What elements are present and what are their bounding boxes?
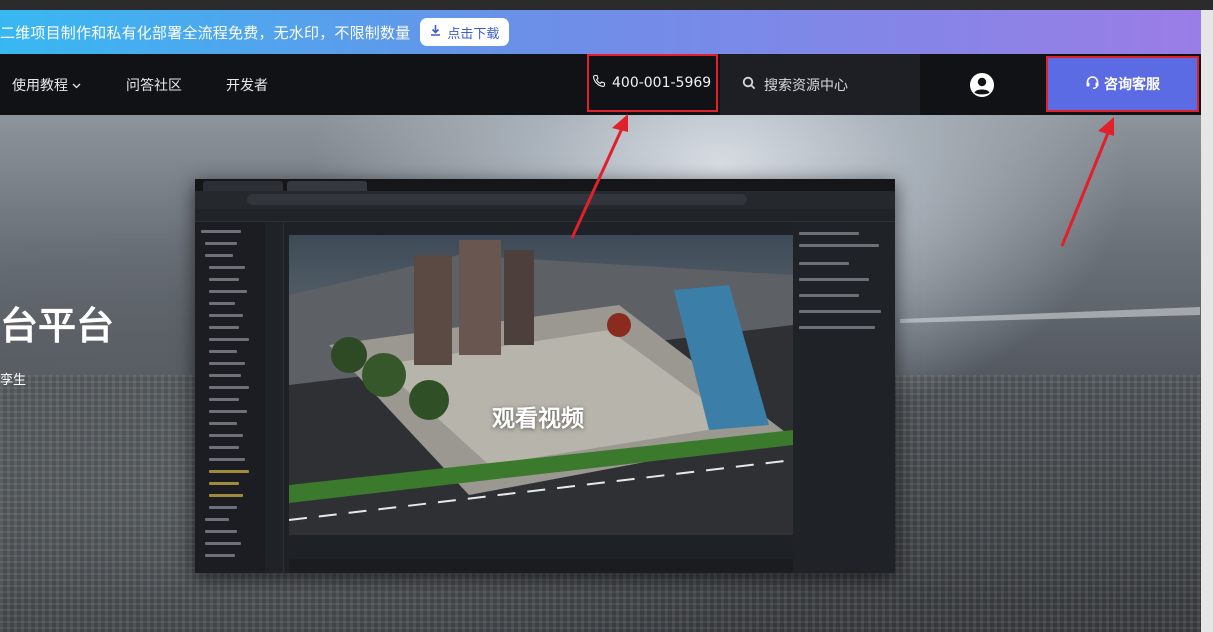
consult-service-button[interactable]: 咨询客服 (1046, 56, 1199, 112)
user-avatar[interactable] (968, 71, 996, 99)
phone-icon (592, 74, 606, 92)
preview-toolbar (195, 209, 895, 222)
nav-item-community[interactable]: 问答社区 (126, 54, 182, 115)
nav-item-label: 使用教程 (12, 77, 68, 94)
phone-number: 400-001-5969 (612, 75, 712, 91)
headset-icon (1085, 75, 1100, 94)
preview-status-bar (289, 559, 793, 573)
preview-url-field (247, 194, 747, 205)
consult-label: 咨询客服 (1104, 77, 1160, 93)
promo-banner: 二维项目制作和私有化部署全流程免费，无水印，不限制数量 点击下载 (0, 10, 1201, 54)
preview-icon-rail (265, 222, 284, 573)
hero-subtitle: 孪生 (0, 373, 27, 388)
search-placeholder: 搜索资源中心 (764, 77, 848, 94)
airplane-wing-image (900, 307, 1200, 323)
nav-item-label: 开发者 (226, 77, 268, 94)
download-button[interactable]: 点击下载 (420, 18, 510, 46)
preview-tab (203, 181, 283, 191)
top-navbar: 使用教程 问答社区 开发者 400-001-5969 搜索资源中心 咨询客服 (0, 54, 1201, 115)
preview-properties-panel (793, 222, 895, 573)
preview-tab-bar (195, 179, 895, 191)
page-scrollbar[interactable] (1201, 10, 1213, 632)
watch-video-label[interactable]: 观看视频 (492, 399, 584, 433)
preview-tab (287, 181, 367, 191)
search-box[interactable]: 搜索资源中心 (720, 54, 920, 115)
download-label: 点击下载 (447, 26, 500, 42)
nav-item-label: 问答社区 (126, 77, 182, 94)
phone-contact[interactable]: 400-001-5969 (587, 54, 718, 112)
user-icon (970, 73, 994, 97)
download-icon (430, 24, 441, 40)
nav-item-tutorial[interactable]: 使用教程 (12, 54, 81, 115)
promo-text: 二维项目制作和私有化部署全流程免费，无水印，不限制数量 (0, 23, 411, 42)
preview-scene-tree (195, 222, 265, 573)
video-preview-card[interactable]: 观看视频 (195, 179, 895, 573)
preview-3d-scene (289, 235, 793, 535)
hero-title: 台平台 (0, 304, 115, 348)
nav-item-developer[interactable]: 开发者 (226, 54, 268, 115)
browser-top-strip (0, 0, 1213, 10)
search-icon (742, 76, 756, 94)
chevron-down-icon (72, 77, 81, 93)
